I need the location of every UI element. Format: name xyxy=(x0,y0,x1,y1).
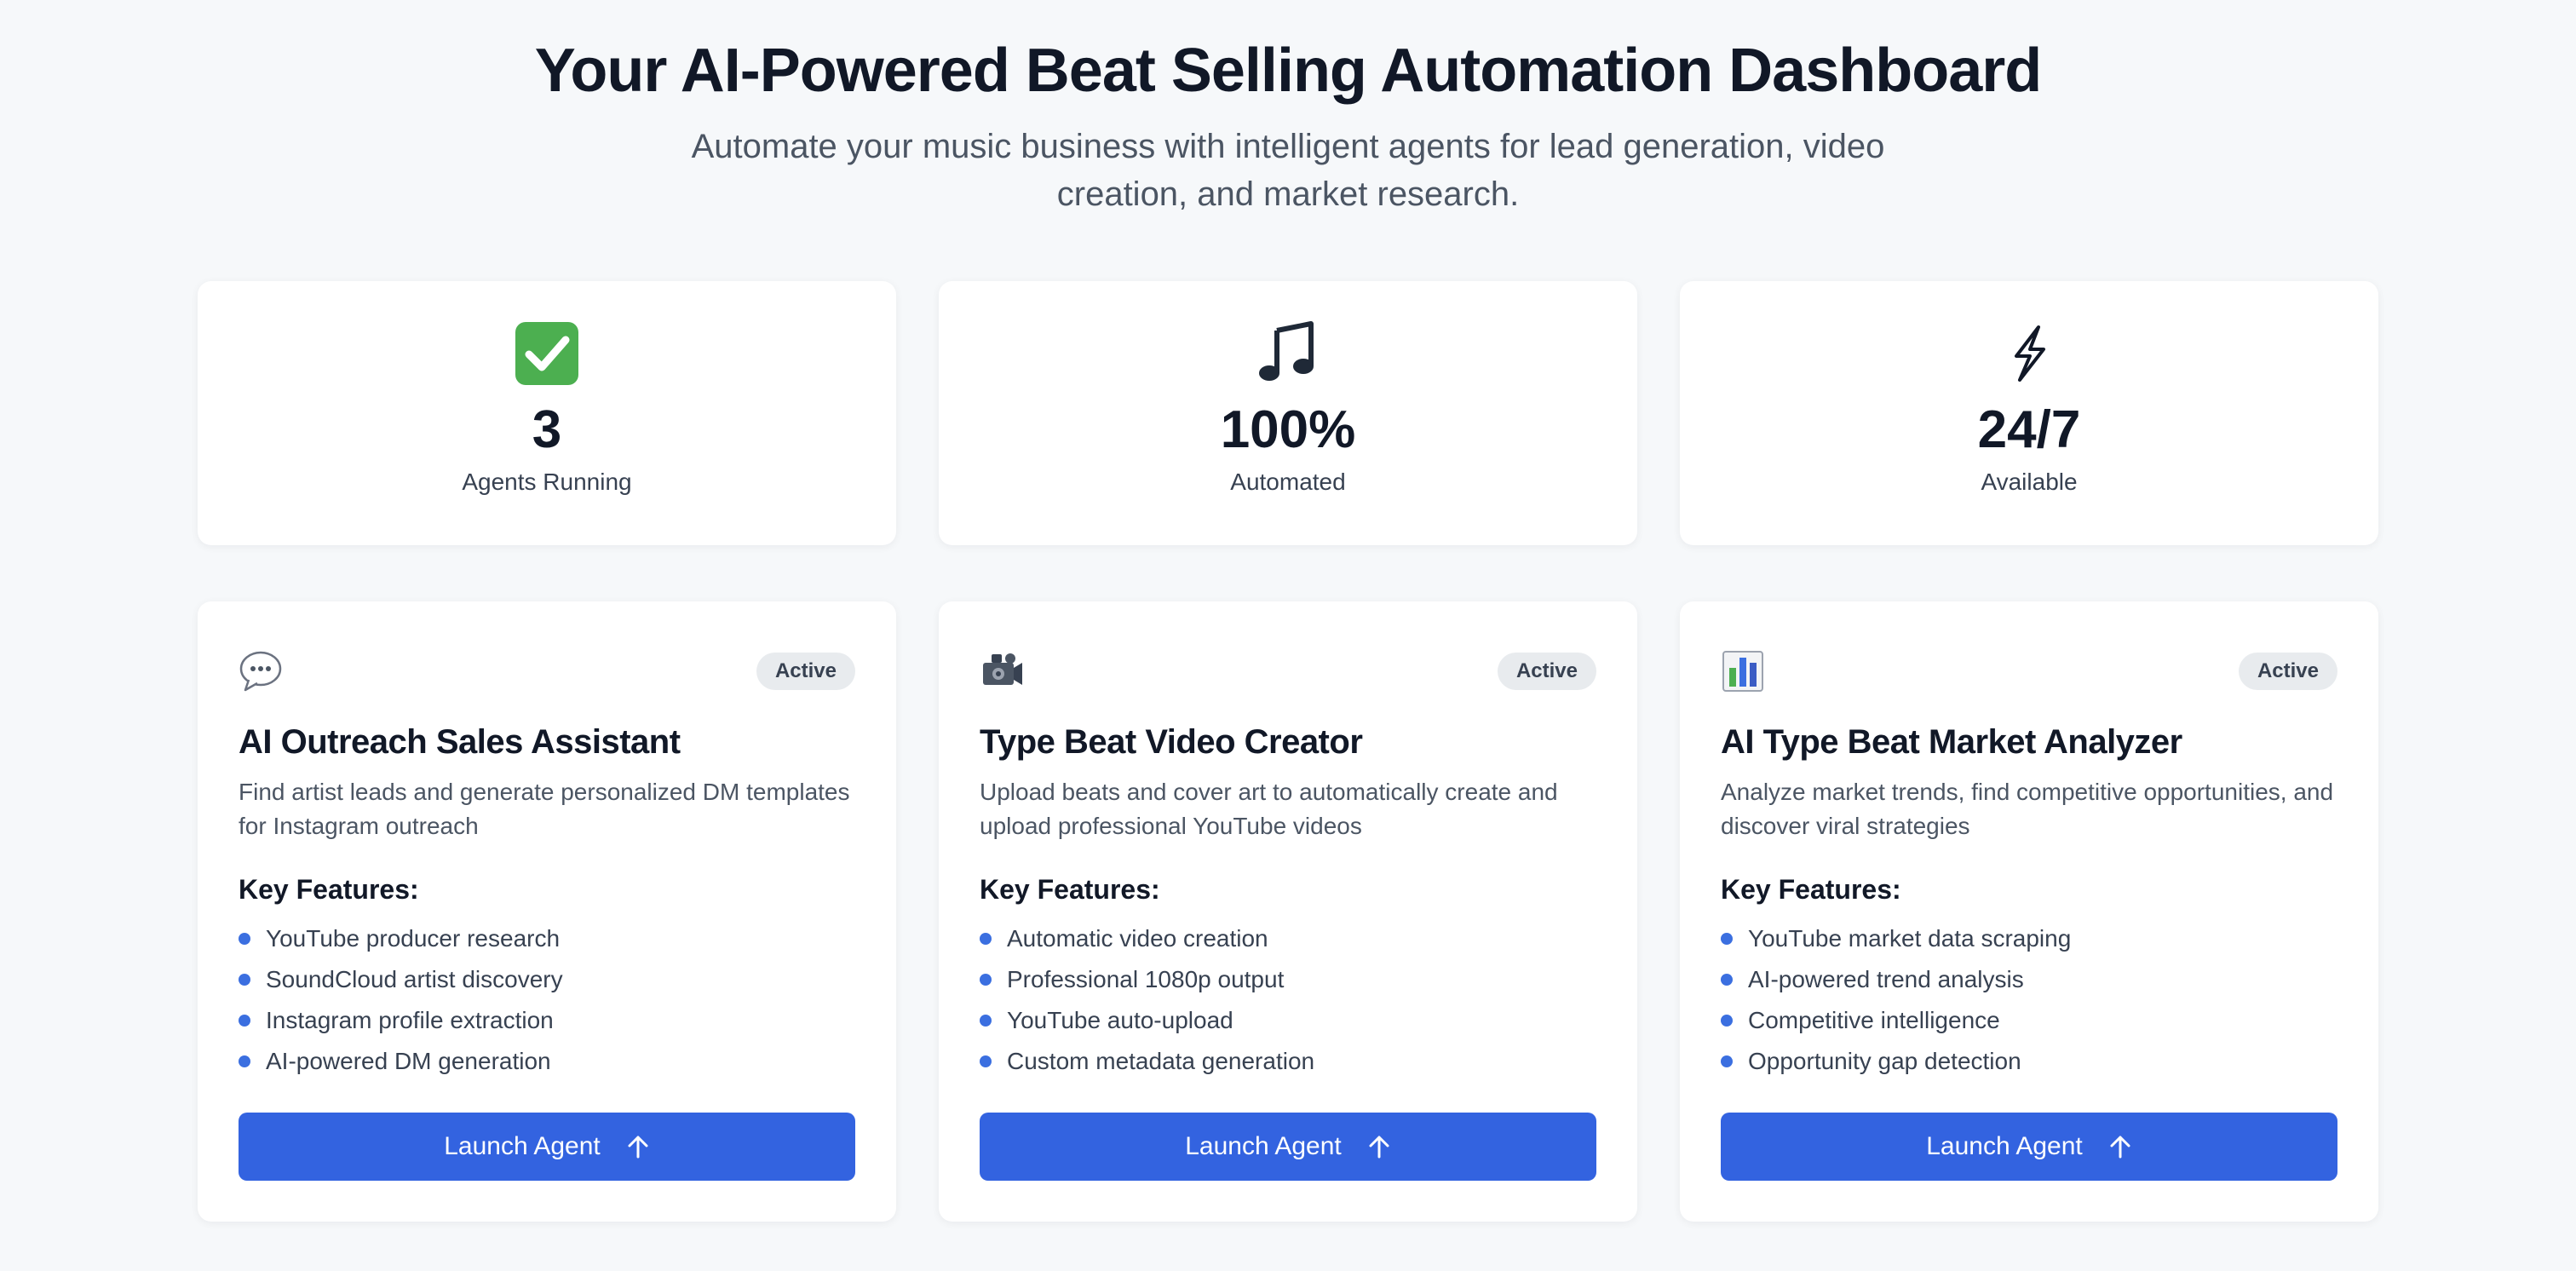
list-item: Opportunity gap detection xyxy=(1721,1041,2337,1082)
agent-title: AI Outreach Sales Assistant xyxy=(239,723,681,761)
status-badge: Active xyxy=(1497,653,1596,690)
stat-card-agents-running: 3 Agents Running xyxy=(198,281,896,545)
feature-text: Competitive intelligence xyxy=(1748,1007,2000,1033)
button-label: Launch Agent xyxy=(1185,1132,1342,1160)
bullet-icon xyxy=(1721,974,1733,986)
bullet-icon xyxy=(239,974,250,986)
arrow-up-icon xyxy=(626,1135,650,1159)
agent-card-outreach: Active AI Outreach Sales Assistant Find … xyxy=(198,601,896,1222)
list-item: AI-powered DM generation xyxy=(239,1041,855,1082)
launch-agent-button[interactable]: Launch Agent xyxy=(980,1113,1596,1181)
button-label: Launch Agent xyxy=(1926,1132,2083,1160)
bullet-icon xyxy=(1721,933,1733,945)
arrow-up-icon xyxy=(2108,1135,2132,1159)
list-item: YouTube market data scraping xyxy=(1721,918,2337,959)
lightning-icon xyxy=(1996,320,2062,387)
speech-bubble-icon xyxy=(239,649,283,693)
list-item: AI-powered trend analysis xyxy=(1721,959,2337,1000)
list-item: YouTube producer research xyxy=(239,918,855,959)
feature-text: AI-powered trend analysis xyxy=(1748,966,2024,992)
features-heading: Key Features: xyxy=(239,874,419,905)
agent-card-header: Active xyxy=(980,649,1596,693)
agent-description: Analyze market trends, find competitive … xyxy=(1721,779,2334,839)
agent-card-header: Active xyxy=(1721,649,2337,693)
features-list: Automatic video creation Professional 10… xyxy=(980,918,1596,1082)
agent-card-market-analyzer: Active AI Type Beat Market Analyzer Anal… xyxy=(1680,601,2378,1222)
stat-value: 100% xyxy=(1220,400,1356,459)
bullet-icon xyxy=(980,974,992,986)
bullet-icon xyxy=(239,1015,250,1027)
stat-value: 3 xyxy=(532,400,562,459)
list-item: SoundCloud artist discovery xyxy=(239,959,855,1000)
list-item: Custom metadata generation xyxy=(980,1041,1596,1082)
launch-agent-button[interactable]: Launch Agent xyxy=(239,1113,855,1181)
bar-chart-icon xyxy=(1721,649,1765,693)
dashboard-page: Your AI-Powered Beat Selling Automation … xyxy=(0,0,2576,1271)
feature-text: YouTube auto-upload xyxy=(1007,1007,1233,1033)
features-heading: Key Features: xyxy=(980,874,1160,905)
bullet-icon xyxy=(980,1055,992,1067)
bullet-icon xyxy=(980,933,992,945)
stat-card-available: 24/7 Available xyxy=(1680,281,2378,545)
status-badge: Active xyxy=(756,653,855,690)
agent-description: Find artist leads and generate personali… xyxy=(239,779,850,839)
agent-title: Type Beat Video Creator xyxy=(980,723,1363,761)
stat-label: Agents Running xyxy=(462,469,632,495)
agent-title: AI Type Beat Market Analyzer xyxy=(1721,723,2182,761)
list-item: YouTube auto-upload xyxy=(980,1000,1596,1041)
check-mark-icon xyxy=(514,320,580,387)
list-item: Competitive intelligence xyxy=(1721,1000,2337,1041)
bullet-icon xyxy=(980,1015,992,1027)
feature-text: Instagram profile extraction xyxy=(266,1007,554,1033)
arrow-up-icon xyxy=(1367,1135,1391,1159)
stat-value: 24/7 xyxy=(1977,400,2081,459)
hero-header: Your AI-Powered Beat Selling Automation … xyxy=(0,0,2576,218)
button-label: Launch Agent xyxy=(444,1132,601,1160)
launch-agent-button[interactable]: Launch Agent xyxy=(1721,1113,2337,1181)
feature-text: YouTube market data scraping xyxy=(1748,925,2072,952)
agent-description: Upload beats and cover art to automatica… xyxy=(980,779,1558,839)
stat-label: Automated xyxy=(1230,469,1346,495)
page-title: Your AI-Powered Beat Selling Automation … xyxy=(534,37,2043,105)
bullet-icon xyxy=(1721,1055,1733,1067)
list-item: Automatic video creation xyxy=(980,918,1596,959)
stat-label: Available xyxy=(1981,469,2078,495)
list-item: Professional 1080p output xyxy=(980,959,1596,1000)
feature-text: YouTube producer research xyxy=(266,925,561,952)
list-item: Instagram profile extraction xyxy=(239,1000,855,1041)
feature-text: Custom metadata generation xyxy=(1007,1048,1315,1074)
feature-text: Opportunity gap detection xyxy=(1748,1048,2021,1074)
bullet-icon xyxy=(1721,1015,1733,1027)
bullet-icon xyxy=(239,1055,250,1067)
agent-card-video-creator: Active Type Beat Video Creator Upload be… xyxy=(939,601,1637,1222)
video-camera-icon xyxy=(980,649,1024,693)
features-list: YouTube producer research SoundCloud art… xyxy=(239,918,855,1082)
stat-card-automated: 100% Automated xyxy=(939,281,1637,545)
feature-text: AI-powered DM generation xyxy=(266,1048,551,1074)
music-note-icon xyxy=(1255,320,1321,387)
features-heading: Key Features: xyxy=(1721,874,1901,905)
features-list: YouTube market data scraping AI-powered … xyxy=(1721,918,2337,1082)
agents-row: Active AI Outreach Sales Assistant Find … xyxy=(198,601,2378,1222)
page-subtitle: Automate your music business with intell… xyxy=(691,128,1885,213)
feature-text: SoundCloud artist discovery xyxy=(266,966,563,992)
stats-row: 3 Agents Running 100% Automated 24/7 Ava… xyxy=(198,281,2378,545)
feature-text: Professional 1080p output xyxy=(1007,966,1285,992)
agent-card-header: Active xyxy=(239,649,855,693)
bullet-icon xyxy=(239,933,250,945)
status-badge: Active xyxy=(2238,653,2337,690)
feature-text: Automatic video creation xyxy=(1007,925,1268,952)
